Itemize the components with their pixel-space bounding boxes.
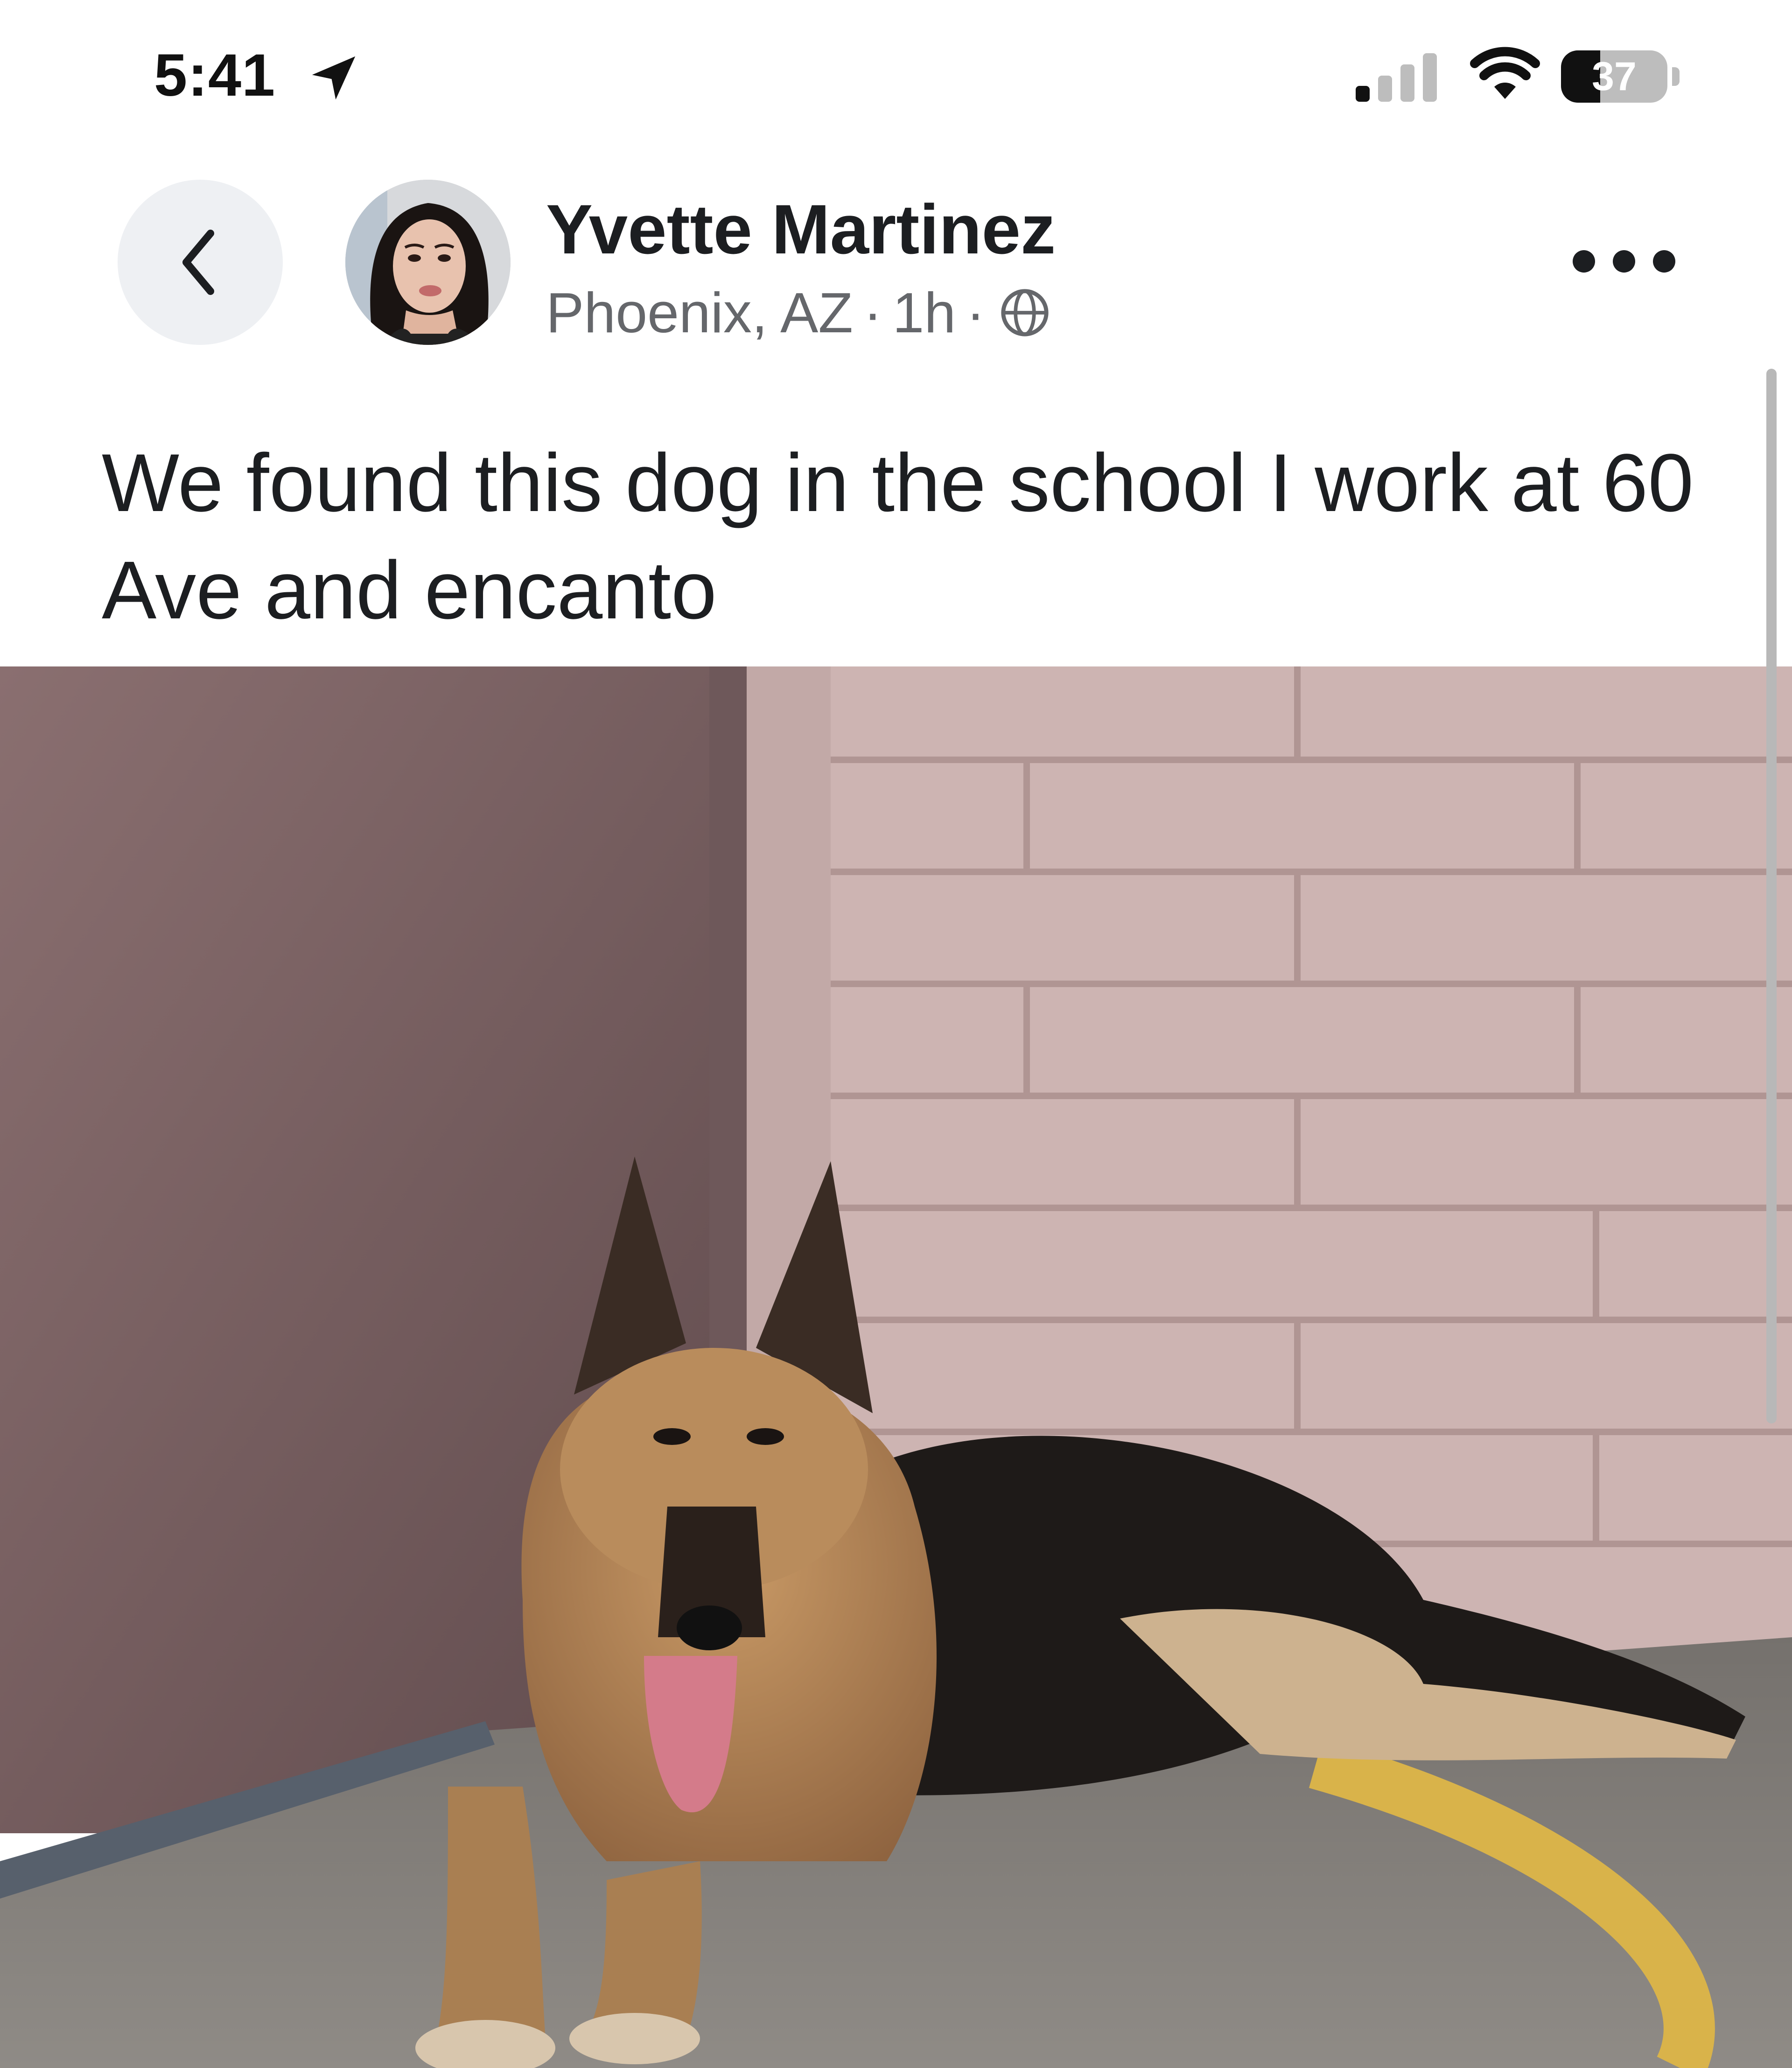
wifi-icon (1470, 47, 1540, 99)
more-dot (1573, 250, 1595, 273)
author-name[interactable]: Yvette Martinez (546, 189, 1056, 270)
status-bar: 5:41 37 (0, 0, 1792, 140)
meta-separator: · (863, 281, 882, 344)
battery-tip (1672, 67, 1680, 86)
more-dot (1653, 250, 1675, 273)
scrollbar[interactable] (1766, 369, 1777, 1423)
post-text: We found this dog in the school I work a… (102, 437, 1694, 636)
meta-separator: · (966, 281, 985, 344)
post-timestamp[interactable]: 1h (892, 280, 956, 345)
more-options-button[interactable] (1573, 243, 1675, 280)
chevron-left-icon (182, 230, 214, 295)
signal-icon (1356, 53, 1437, 102)
post-photo[interactable] (0, 666, 1792, 2068)
avatar-photo (345, 180, 511, 345)
post-meta: Phoenix, AZ · 1h · (546, 280, 1050, 345)
battery-body: 37 (1561, 50, 1667, 103)
status-time: 5:41 (154, 42, 276, 109)
avatar[interactable] (345, 180, 511, 345)
battery-percent: 37 (1592, 54, 1637, 99)
back-button[interactable] (118, 180, 283, 345)
more-dot (1613, 250, 1635, 273)
post-location[interactable]: Phoenix, AZ (546, 280, 853, 345)
globe-icon[interactable] (999, 287, 1050, 338)
battery-icon: 37 (1561, 50, 1682, 103)
location-arrow-icon (312, 56, 356, 100)
